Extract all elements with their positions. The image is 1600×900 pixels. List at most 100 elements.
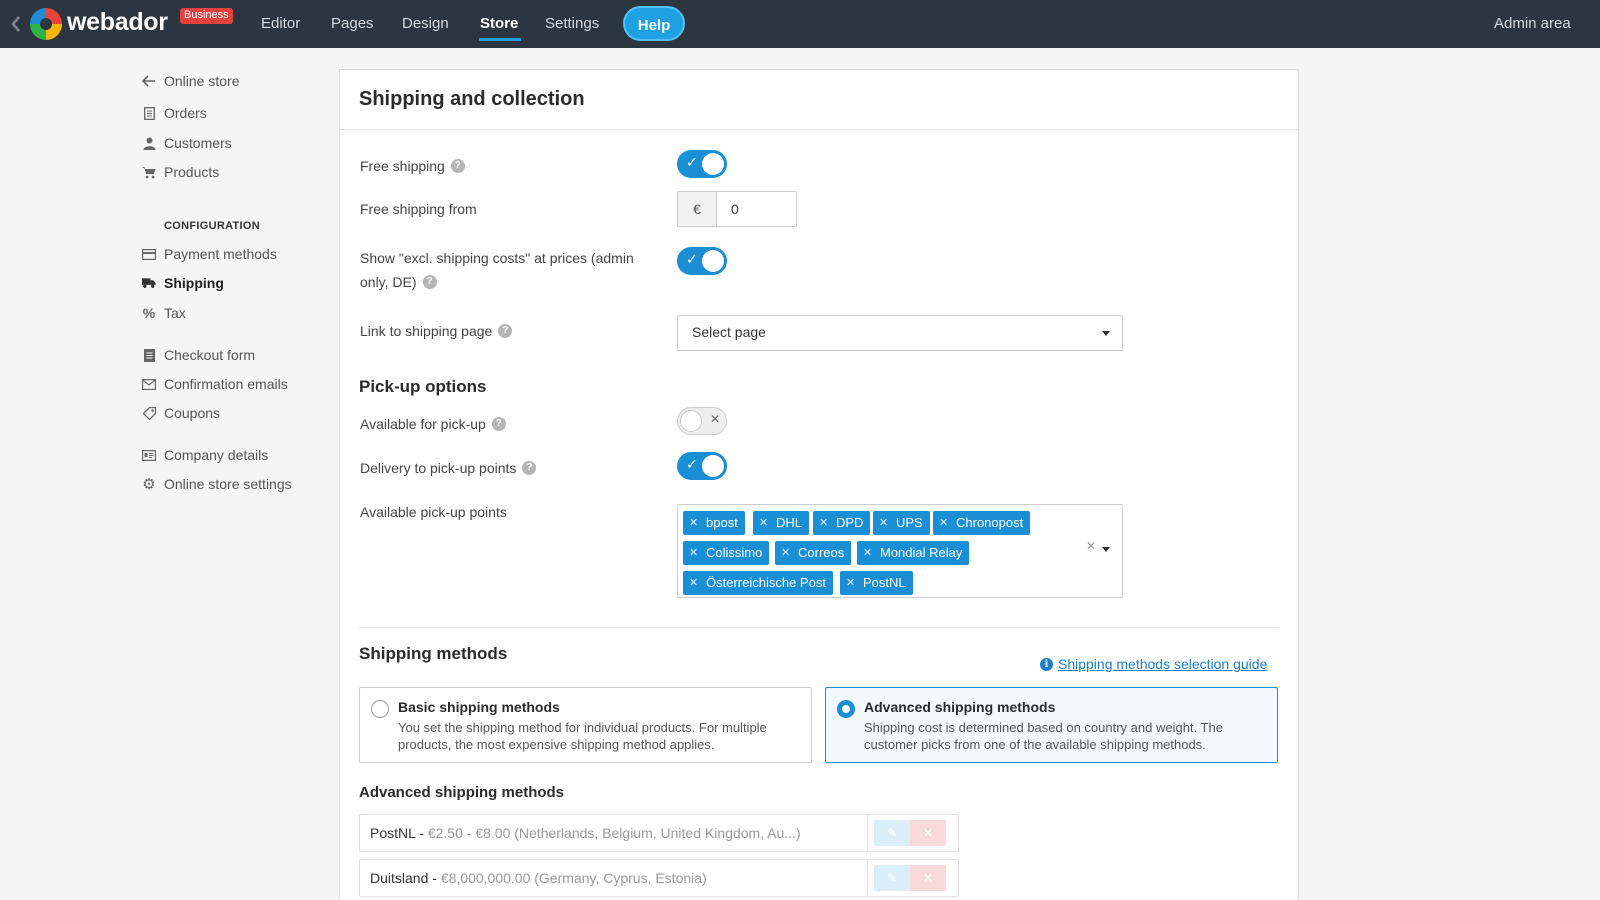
- tag-dpd[interactable]: ✕ DPD: [813, 511, 871, 535]
- webador-logo-icon[interactable]: [30, 8, 62, 40]
- free-shipping-from-label: Free shipping from: [360, 201, 477, 217]
- check-icon: ✓: [686, 251, 698, 267]
- help-icon[interactable]: ?: [491, 417, 506, 432]
- orders-icon: [142, 106, 156, 120]
- free-shipping-label: Free shipping?: [360, 154, 465, 178]
- excl-shipping-label-cont: only, DE)?: [360, 270, 437, 294]
- close-icon: ✕: [710, 412, 721, 426]
- help-icon[interactable]: ?: [422, 275, 437, 290]
- free-shipping-from-input[interactable]: [717, 192, 796, 226]
- id-card-icon: [142, 448, 156, 462]
- logo-text[interactable]: webador: [67, 8, 168, 37]
- nav-store[interactable]: Store: [480, 15, 518, 32]
- sidebar-item-online-store-settings[interactable]: ⚙ Online store settings: [142, 474, 292, 494]
- sidebar-label: Online store settings: [164, 476, 292, 492]
- sidebar-item-payment-methods[interactable]: Payment methods: [142, 244, 277, 264]
- sidebar-item-tax[interactable]: % Tax: [142, 303, 186, 323]
- edit-button[interactable]: ✎: [874, 820, 910, 846]
- shipping-method-row: Duitsland - €8,000,000.00 (Germany, Cypr…: [359, 859, 959, 897]
- check-icon: ✓: [686, 154, 698, 170]
- currency-addon: €: [678, 192, 717, 226]
- section-divider: [359, 627, 1279, 628]
- close-icon: ✕: [922, 826, 934, 840]
- link-shipping-page-label: Link to shipping page?: [360, 319, 513, 343]
- tag-dhl[interactable]: ✕ DHL: [753, 511, 810, 535]
- available-pickup-toggle[interactable]: ✕: [677, 407, 727, 435]
- select-value: Select page: [692, 324, 766, 340]
- caret-down-icon[interactable]: [1102, 547, 1110, 552]
- sidebar-item-company-details[interactable]: Company details: [142, 445, 268, 465]
- help-icon[interactable]: ?: [522, 461, 537, 476]
- sidebar-item-orders[interactable]: Orders: [142, 103, 207, 123]
- shipping-page-select[interactable]: Select page: [677, 315, 1123, 351]
- credit-card-icon: [142, 247, 156, 261]
- shipping-methods-guide-link[interactable]: i Shipping methods selection guide: [1040, 656, 1267, 672]
- nav-design[interactable]: Design: [402, 15, 449, 32]
- chevron-left-icon[interactable]: [9, 14, 23, 34]
- info-icon: i: [1040, 657, 1053, 671]
- help-button[interactable]: Help: [623, 6, 685, 41]
- radio-advanced[interactable]: [837, 700, 855, 718]
- help-icon[interactable]: ?: [450, 159, 465, 174]
- sidebar-label: Tax: [164, 305, 186, 321]
- admin-area-link[interactable]: Admin area: [1494, 15, 1571, 32]
- excl-shipping-toggle[interactable]: ✓: [677, 247, 727, 275]
- gear-icon: ⚙: [142, 476, 156, 493]
- user-icon: [142, 136, 156, 150]
- tag-correos[interactable]: ✕ Correos: [775, 541, 852, 565]
- option-title: Advanced shipping methods: [864, 699, 1056, 715]
- excl-shipping-label: Show "excl. shipping costs" at prices (a…: [360, 250, 634, 266]
- sidebar-item-products[interactable]: Products: [142, 162, 219, 182]
- nav-editor[interactable]: Editor: [261, 15, 300, 32]
- option-description: Shipping cost is determined based on cou…: [864, 720, 1223, 752]
- sidebar-item-coupons[interactable]: Coupons: [142, 403, 220, 423]
- nav-pages[interactable]: Pages: [331, 15, 374, 32]
- tag-chronopost[interactable]: ✕ Chronopost: [933, 511, 1031, 535]
- shipping-method-row: PostNL - €2.50 - €8.00 (Netherlands, Bel…: [359, 814, 959, 852]
- option-description: You set the shipping method for individu…: [398, 720, 767, 752]
- sidebar-item-checkout-form[interactable]: Checkout form: [142, 345, 255, 365]
- clear-all-icon[interactable]: ✕: [1086, 539, 1096, 553]
- sidebar-label: Checkout form: [164, 347, 256, 363]
- method-detail: €2.50 - €8.00 (Netherlands, Belgium, Uni…: [427, 825, 801, 841]
- tag-mondial-relay[interactable]: ✕ Mondial Relay: [857, 541, 970, 565]
- remove-icon: ✕: [689, 547, 699, 559]
- tag-icon: [142, 406, 156, 420]
- remove-icon: ✕: [781, 547, 791, 559]
- sidebar-item-online-store[interactable]: Online store: [142, 71, 239, 91]
- sidebar-label: Confirmation emails: [164, 376, 288, 392]
- basic-shipping-option[interactable]: Basic shipping methods You set the shipp…: [359, 687, 812, 763]
- sidebar-item-customers[interactable]: Customers: [142, 133, 232, 153]
- truck-icon: [142, 276, 156, 290]
- sidebar-label: Payment methods: [164, 246, 277, 262]
- page-title: Shipping and collection: [359, 88, 585, 110]
- sidebar-item-shipping[interactable]: Shipping: [142, 273, 224, 293]
- delivery-pickup-points-toggle[interactable]: ✓: [677, 452, 727, 480]
- delete-button[interactable]: ✕: [910, 820, 946, 846]
- remove-icon: ✕: [689, 517, 699, 529]
- cart-icon: [142, 165, 156, 179]
- arrow-left-icon: [142, 74, 156, 88]
- sidebar-item-confirmation-emails[interactable]: Confirmation emails: [142, 374, 288, 394]
- tag-bpost[interactable]: ✕ bpost: [683, 511, 745, 535]
- tag-osterreichische-post[interactable]: ✕ Österreichische Post: [683, 571, 833, 595]
- remove-icon: ✕: [939, 517, 949, 529]
- help-icon[interactable]: ?: [498, 324, 513, 339]
- form-icon: [142, 348, 156, 362]
- advanced-shipping-option[interactable]: Advanced shipping methods Shipping cost …: [825, 687, 1278, 763]
- shipping-methods-heading: Shipping methods: [359, 644, 508, 663]
- caret-down-icon: [1102, 331, 1110, 336]
- free-shipping-toggle[interactable]: ✓: [677, 150, 727, 178]
- remove-icon: ✕: [879, 517, 889, 529]
- tag-colissimo[interactable]: ✕ Colissimo: [683, 541, 770, 565]
- delivery-pickup-points-label: Delivery to pick-up points?: [360, 456, 537, 480]
- tag-ups[interactable]: ✕ UPS: [873, 511, 930, 535]
- panel-header: Shipping and collection: [340, 70, 1298, 130]
- edit-button[interactable]: ✎: [874, 865, 910, 891]
- delete-button[interactable]: ✕: [910, 865, 946, 891]
- close-icon: ✕: [922, 871, 934, 885]
- tag-postnl[interactable]: ✕ PostNL: [840, 571, 913, 595]
- nav-settings[interactable]: Settings: [545, 15, 599, 32]
- remove-icon: ✕: [759, 517, 769, 529]
- radio-basic[interactable]: [371, 700, 389, 718]
